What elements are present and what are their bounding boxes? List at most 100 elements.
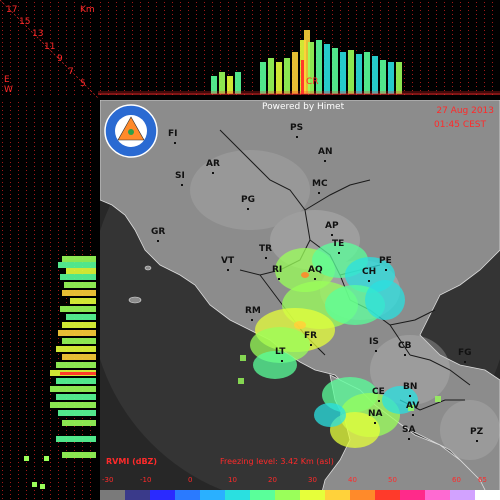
city-label-na: NA [368,409,383,419]
city-dot [181,184,183,186]
side-cross-section [0,100,98,500]
height-label-13: 13 [32,29,44,39]
height-label-w: W [4,85,13,95]
radar-map[interactable]: Powered by Himet 27 Aug 2013 01:45 CEST … [100,100,500,500]
city-dot [378,400,380,402]
colorbar-swatch [325,490,350,500]
colorbar-swatch [350,490,375,500]
legend-tick: 60 [452,476,461,484]
city-label-an: AN [318,147,333,157]
legend-tick: 0 [188,476,193,484]
colorbar-swatch [150,490,175,500]
city-dot [247,208,249,210]
time-label: 01:45 CEST [434,120,486,130]
height-unit-label: Km [80,5,95,15]
legend-tick: 65 [478,476,487,484]
city-label-lt: LT [275,347,286,357]
elba-island [128,296,142,304]
city-dot [464,361,466,363]
city-label-rm: RM [245,306,261,316]
city-dot [296,136,298,138]
colorbar-swatch [450,490,475,500]
date-label: 27 Aug 2013 [436,106,494,116]
colorbar-swatch [100,490,125,500]
city-label-vt: VT [221,256,235,266]
height-label-17: 17 [6,5,18,15]
height-label-15: 15 [19,17,31,27]
city-dot [476,440,478,442]
city-label-si: SI [175,171,185,181]
city-dot [174,142,176,144]
height-label-11: 11 [44,42,56,52]
city-dot [412,414,414,416]
city-dot [408,438,410,440]
height-label-7: 7 [68,67,74,77]
legend-tick: -10 [140,476,152,484]
city-dot [368,280,370,282]
city-label-ri: RI [272,265,283,275]
city-label-ch: CH [362,267,377,277]
city-label-aq: AQ [308,265,323,275]
city-dot [318,192,320,194]
radar-display: Km 17 15 13 11 9 7 5 E W CR Powered by H… [0,0,500,500]
legend-ticks: -30 -10 0 10 20 30 40 50 60 65 [100,474,500,486]
colorbar-swatch [475,490,500,500]
city-label-pg: PG [241,195,255,205]
city-label-fi: FI [168,129,178,139]
city-dot [314,278,316,280]
top-cross-section: CR [98,0,500,98]
legend-tick: 20 [268,476,277,484]
colorbar-swatch [375,490,400,500]
city-label-is: IS [369,337,379,347]
legend-tick: -30 [102,476,114,484]
side-cross-section-plot [2,102,96,499]
legend-tick: 10 [228,476,237,484]
city-dot [212,172,214,174]
island [144,265,152,271]
city-dot [331,234,333,236]
radar-site-label: CR [306,77,319,87]
city-dot [409,395,411,397]
city-dot [227,269,229,271]
city-label-ap: AP [325,221,339,231]
city-label-cb: CB [398,341,412,351]
city-label-sa: SA [402,425,416,435]
city-dot [385,269,387,271]
city-label-ar: AR [206,159,220,169]
colorbar-swatch [400,490,425,500]
city-label-mc: MC [312,179,328,189]
city-label-av: AV [406,401,420,411]
colorbar-swatch [175,490,200,500]
colorbar-swatch [125,490,150,500]
city-dot [278,278,280,280]
freezing-level-label: Freezing level: 3.42 Km (asl) [220,457,334,466]
colorbar-swatch [275,490,300,500]
height-label-5: 5 [80,79,86,89]
city-label-te: TE [332,239,345,249]
colorbar-swatch [425,490,450,500]
top-cross-section-plot [98,2,500,95]
city-label-fr: FR [304,331,318,341]
city-dot [265,257,267,259]
city-label-pe: PE [379,256,392,266]
legend-tick: 30 [308,476,317,484]
city-dot [338,252,340,254]
city-dot [324,160,326,162]
city-label-bn: BN [403,382,418,392]
city-label-ce: CE [372,387,385,397]
city-dot [157,240,159,242]
reflectivity-colorbar [100,490,500,500]
colorbar-swatch [225,490,250,500]
city-label-gr: GR [151,227,166,237]
city-dot [404,354,406,356]
city-label-ps: PS [290,123,304,133]
colorbar-swatch [200,490,225,500]
colorbar-swatch [250,490,275,500]
civil-protection-logo [104,104,158,158]
city-label-pz: PZ [470,427,484,437]
height-scale-panel: Km 17 15 13 11 9 7 5 E W [0,0,98,98]
colorbar-swatch [300,490,325,500]
height-label-3: E [4,75,10,85]
legend-tick: 40 [348,476,357,484]
city-label-tr: TR [259,244,273,254]
